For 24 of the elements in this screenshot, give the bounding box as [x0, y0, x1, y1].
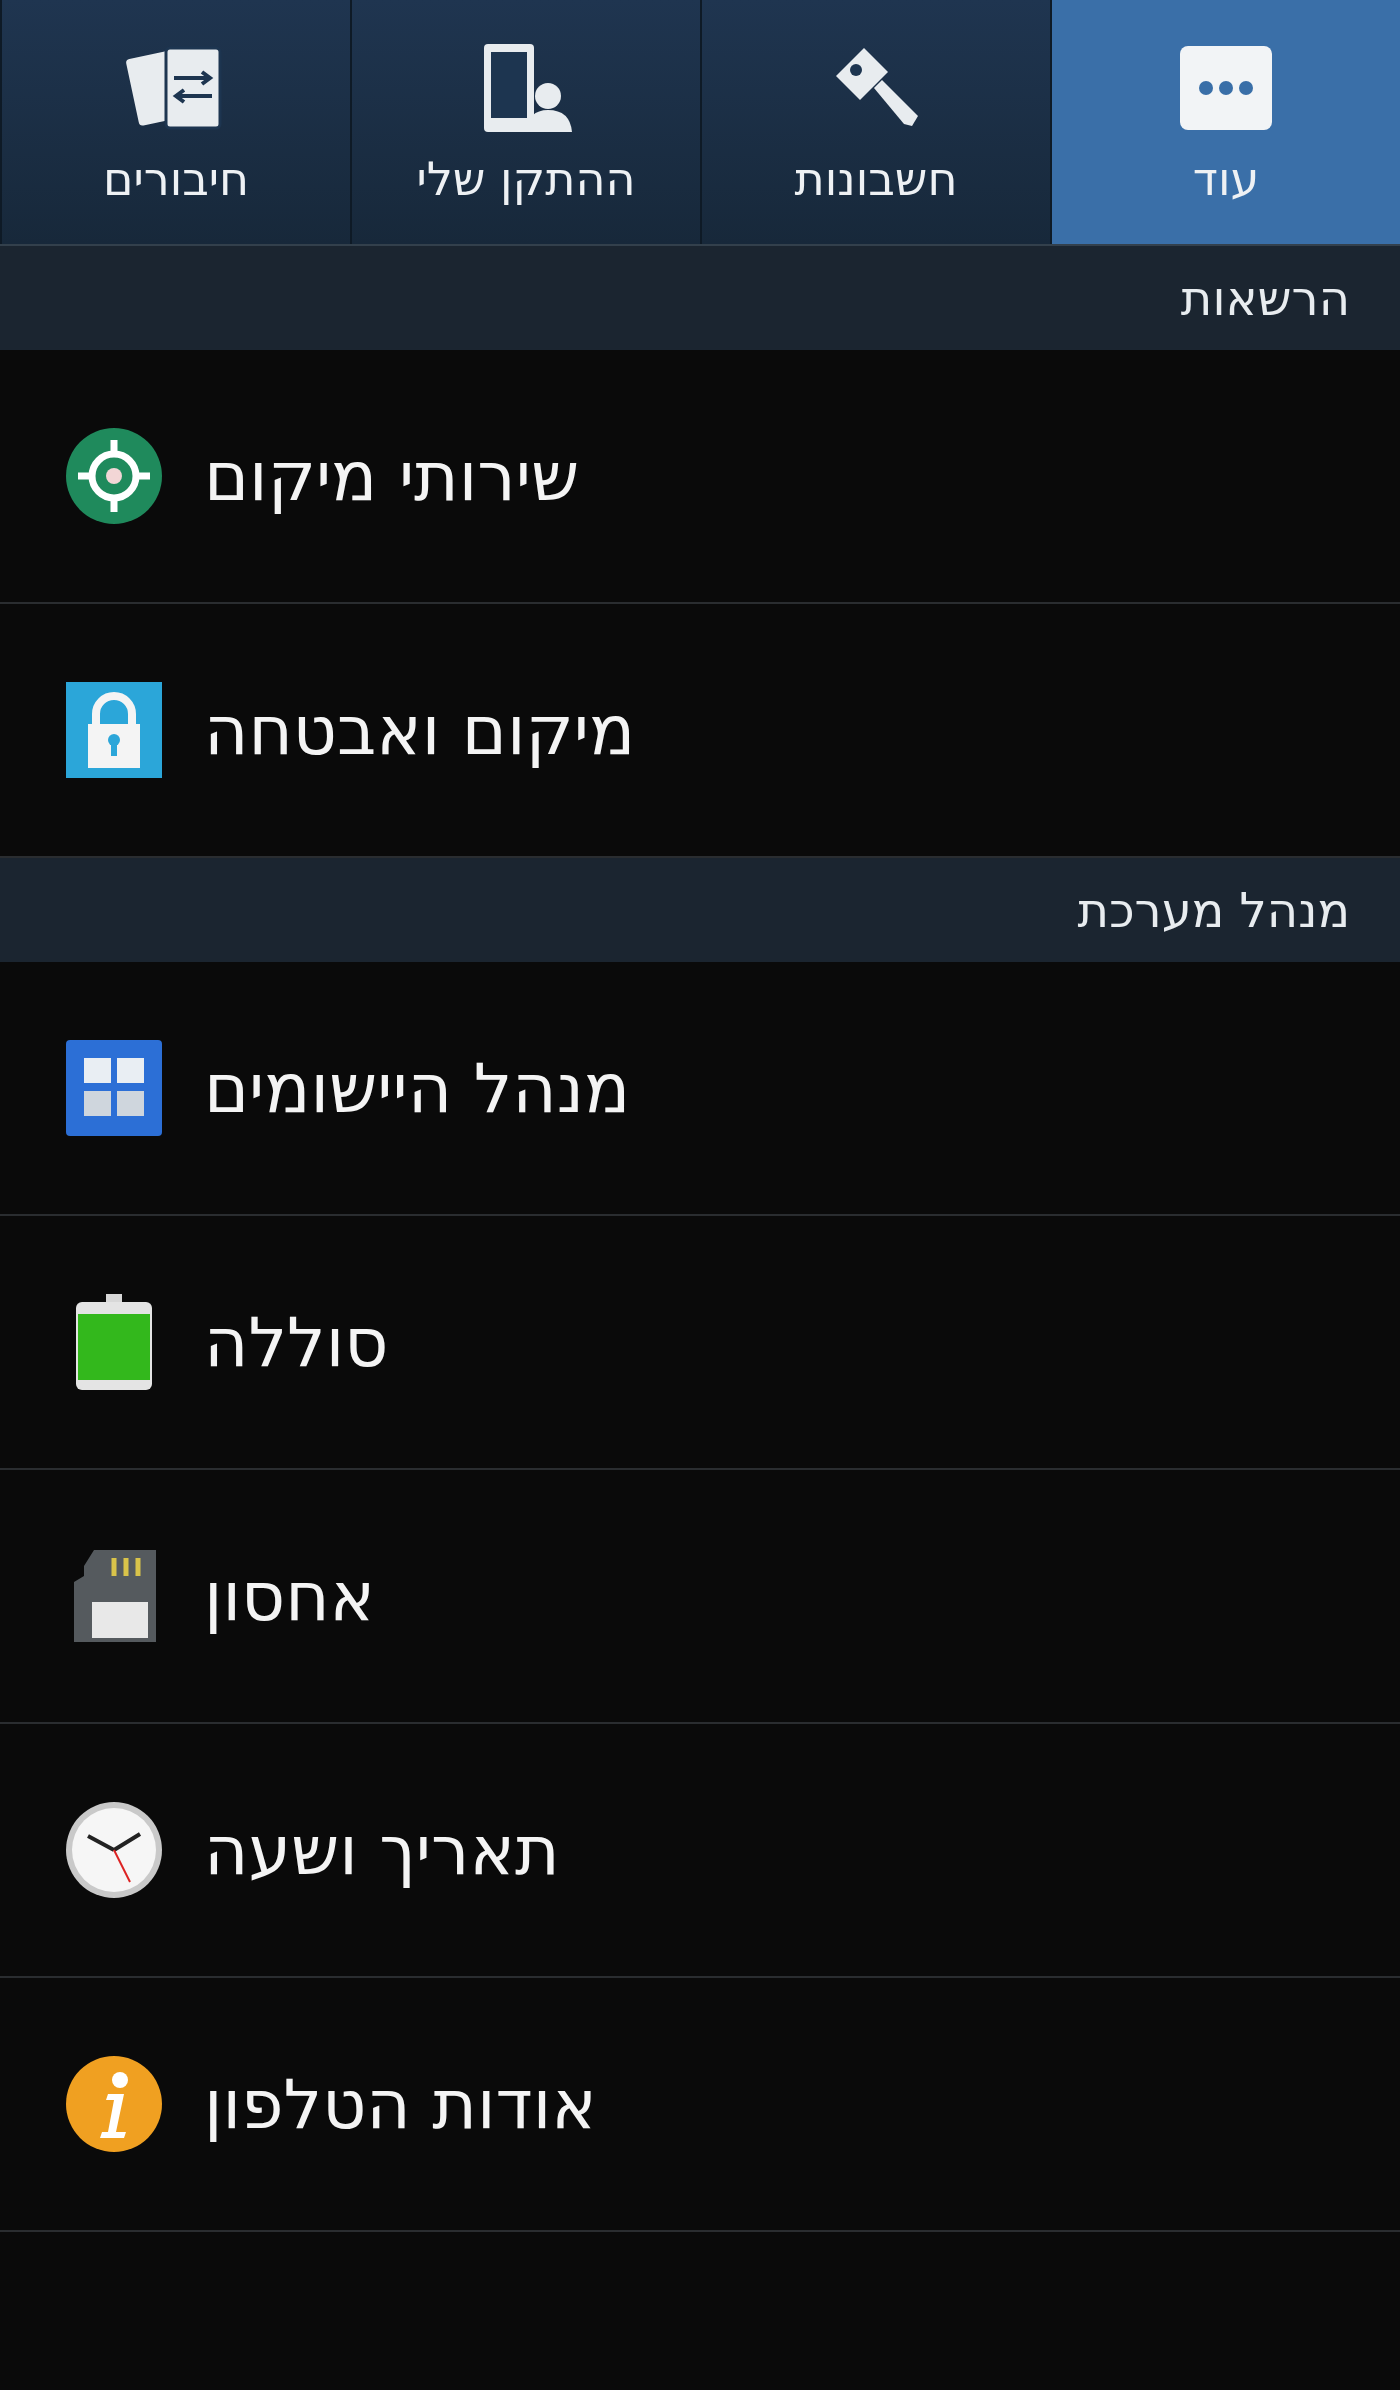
- tab[interactable]: ההתקן שלי: [350, 0, 700, 244]
- section-title: מנהל מערכת: [1077, 882, 1350, 938]
- item-label: מיקום ואבטחה: [204, 690, 636, 770]
- settings-item[interactable]: סוללה: [0, 1216, 1400, 1470]
- item-label: תאריך ושעה: [204, 1810, 560, 1890]
- settings-item[interactable]: תאריך ושעה: [0, 1724, 1400, 1978]
- lock-icon: [64, 680, 164, 780]
- item-label: מנהל היישומים: [204, 1048, 631, 1128]
- app-grid-icon: [64, 1038, 164, 1138]
- target-icon: [64, 426, 164, 526]
- section-title: הרשאות: [1180, 270, 1350, 326]
- settings-item[interactable]: אודות הטלפון: [0, 1978, 1400, 2232]
- settings-item[interactable]: שירותי מיקום: [0, 350, 1400, 604]
- tab[interactable]: חשבונות: [700, 0, 1050, 244]
- info-icon: [64, 2054, 164, 2154]
- clock-icon: [64, 1800, 164, 1900]
- item-label: אודות הטלפון: [204, 2064, 597, 2144]
- settings-item[interactable]: מנהל היישומים: [0, 962, 1400, 1216]
- item-label: שירותי מיקום: [204, 436, 580, 516]
- tab[interactable]: עוד: [1050, 0, 1400, 244]
- tab[interactable]: חיבורים: [0, 0, 350, 244]
- item-label: אחסון: [204, 1556, 376, 1636]
- settings-item[interactable]: אחסון: [0, 1470, 1400, 1724]
- item-label: סוללה: [204, 1302, 389, 1382]
